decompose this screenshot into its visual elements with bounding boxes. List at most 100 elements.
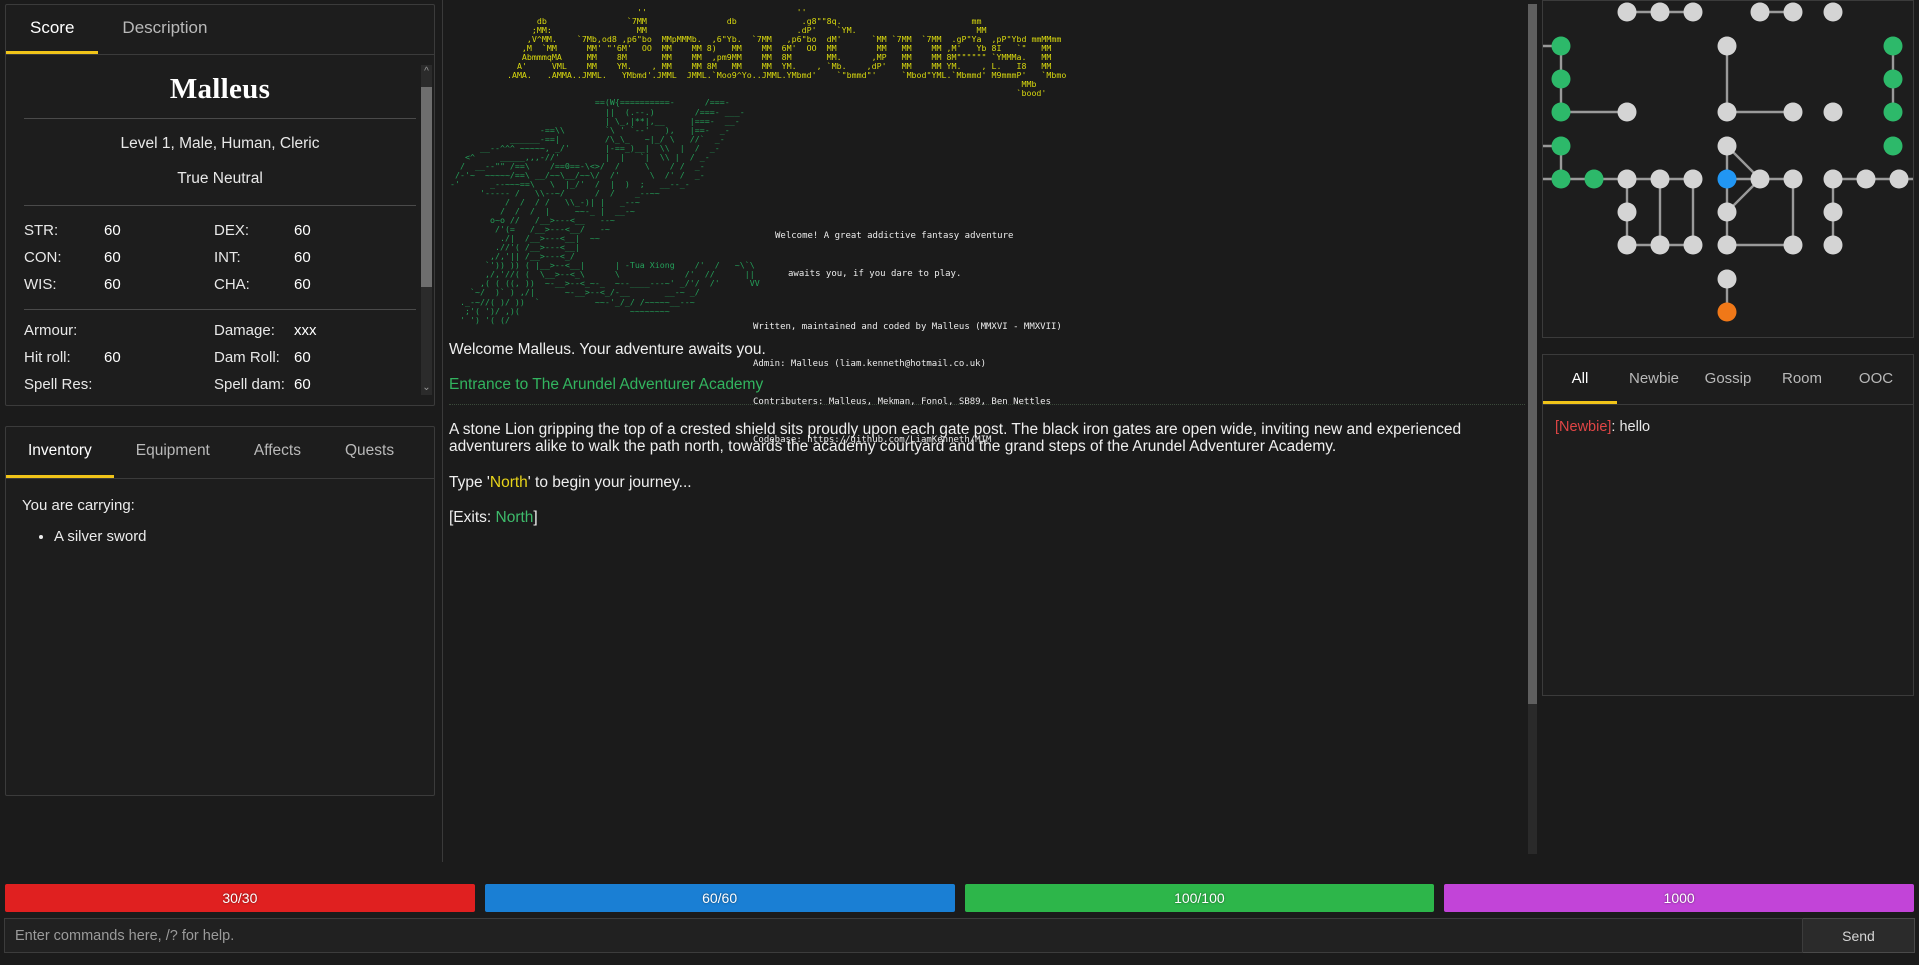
tab-chat-room[interactable]: Room (1765, 355, 1839, 404)
map-room-node[interactable] (1717, 169, 1737, 189)
map-room-node[interactable] (1783, 102, 1803, 122)
stat-value-int: 60 (294, 249, 311, 266)
map-room-node[interactable] (1823, 169, 1843, 189)
map-room-node[interactable] (1883, 69, 1903, 89)
attributes-grid: STR: 60 DEX: 60 CON: 60 INT: 60 WIS: 60 … (24, 222, 416, 297)
map-room-node[interactable] (1717, 102, 1737, 122)
map-room-node[interactable] (1683, 2, 1703, 22)
map-room-node[interactable] (1783, 169, 1803, 189)
chat-panel: All Newbie Gossip Room OOC [Newbie]: hel… (1542, 354, 1914, 696)
map-room-node[interactable] (1883, 102, 1903, 122)
stat-label-con: CON: (24, 249, 62, 266)
map-room-node[interactable] (1551, 136, 1571, 156)
map-room-node[interactable] (1617, 202, 1637, 222)
gold-bar: 1000 (1444, 884, 1914, 912)
map-room-node[interactable] (1717, 269, 1737, 289)
health-bar: 30/30 (5, 884, 475, 912)
stat-label-damage: Damage: (214, 322, 275, 339)
tab-quests[interactable]: Quests (323, 427, 416, 478)
chat-messages[interactable]: [Newbie]: hello (1543, 405, 1913, 695)
tab-chat-all[interactable]: All (1543, 355, 1617, 404)
send-button[interactable]: Send (1803, 918, 1915, 953)
map-room-node[interactable] (1750, 169, 1770, 189)
chat-channel-tag: [Newbie] (1555, 419, 1612, 435)
map-room-node[interactable] (1650, 169, 1670, 189)
scroll-down-icon[interactable]: ⌄ (421, 381, 432, 395)
map-room-node[interactable] (1750, 2, 1770, 22)
map-room-node[interactable] (1783, 2, 1803, 22)
stat-value-con: 60 (104, 249, 121, 266)
map-room-node[interactable] (1617, 2, 1637, 22)
map-room-node[interactable] (1823, 202, 1843, 222)
character-score-panel: Score Description Malleus Level 1, Male,… (5, 4, 435, 406)
hint-line: Type 'North' to begin your journey... (449, 474, 1525, 492)
stat-label-armour: Armour: (24, 322, 78, 339)
map-room-node[interactable] (1551, 169, 1571, 189)
scroll-up-icon[interactable]: ^ (421, 65, 432, 79)
map-room-node[interactable] (1823, 2, 1843, 22)
command-input[interactable] (4, 918, 1803, 953)
divider (24, 205, 416, 206)
list-item[interactable]: A silver sword (54, 528, 418, 545)
mana-bar: 60/60 (484, 884, 955, 912)
map-room-node[interactable] (1551, 36, 1571, 56)
tab-equipment[interactable]: Equipment (114, 427, 232, 478)
map-room-node[interactable] (1650, 2, 1670, 22)
scrollbar-thumb[interactable] (1528, 4, 1537, 704)
map-room-node[interactable] (1683, 235, 1703, 255)
terminal-scrollbar[interactable] (1528, 4, 1537, 854)
scrollbar-thumb[interactable] (421, 87, 432, 287)
tab-description-label: Description (122, 18, 208, 37)
map-room-node[interactable] (1717, 202, 1737, 222)
welcome-box-line-2: awaits you, if you dare to play. (788, 268, 962, 279)
health-bar-value: 30/30 (222, 890, 258, 906)
tab-chat-newbie[interactable]: Newbie (1617, 355, 1691, 404)
map-room-node[interactable] (1823, 235, 1843, 255)
map-room-node[interactable] (1650, 235, 1670, 255)
map-room-node[interactable] (1584, 169, 1604, 189)
exits-value[interactable]: North (496, 509, 534, 526)
map-room-node[interactable] (1889, 169, 1909, 189)
score-scrollbar[interactable]: ^ ⌄ (421, 65, 432, 395)
map-room-node[interactable] (1717, 36, 1737, 56)
credits-line-contributors: Contributers: Malleus, Mekman, Fonol, SB… (753, 397, 1052, 408)
credits-block: Written, maintained and coded by Malleus… (753, 295, 1062, 471)
hint-direction: North (489, 473, 528, 491)
map-room-node[interactable] (1551, 102, 1571, 122)
tab-chat-ooc[interactable]: OOC (1839, 355, 1913, 404)
map-links (1543, 10, 1913, 312)
map-room-node[interactable] (1783, 235, 1803, 255)
map-room-node[interactable] (1617, 102, 1637, 122)
score-tabstrip: Score Description (6, 5, 434, 55)
map-room-node[interactable] (1717, 235, 1737, 255)
command-bar: Send (0, 916, 1919, 957)
tab-affects-label: Affects (253, 442, 301, 459)
map-room-node[interactable] (1717, 136, 1737, 156)
inventory-panel: Inventory Equipment Affects Quests You a… (5, 426, 435, 796)
map-room-node[interactable] (1883, 136, 1903, 156)
game-logo-ascii-art: '' '' db `7MM db .g8""8q. mm ;MM: MM .dP… (506, 7, 1067, 99)
map-room-node[interactable] (1883, 36, 1903, 56)
tab-affects[interactable]: Affects (232, 427, 323, 478)
credits-line-codebase: Codebase: https://github.com/LiamKenneth… (753, 435, 992, 445)
map-room-node[interactable] (1717, 302, 1737, 322)
map-room-node[interactable] (1551, 69, 1571, 89)
credits-line-admin: Admin: Malleus (liam.kenneth@hotmail.co.… (753, 359, 986, 370)
tab-chat-gossip[interactable]: Gossip (1691, 355, 1765, 404)
stat-value-spellres (104, 376, 214, 393)
stat-label-wis: WIS: (24, 276, 57, 293)
map-room-node[interactable] (1856, 169, 1876, 189)
map-room-node[interactable] (1823, 102, 1843, 122)
stat-label-cha: CHA: (214, 276, 250, 293)
map-room-node[interactable] (1617, 235, 1637, 255)
map-room-node[interactable] (1617, 169, 1637, 189)
tab-description[interactable]: Description (98, 5, 231, 54)
map-room-node[interactable] (1683, 169, 1703, 189)
inventory-body: You are carrying: A silver sword (6, 479, 434, 795)
stat-value-hitroll: 60 (104, 349, 121, 366)
tab-inventory[interactable]: Inventory (6, 427, 114, 478)
tab-score[interactable]: Score (6, 5, 99, 54)
game-output-terminal[interactable]: '' '' db `7MM db .g8""8q. mm ;MM: MM .dP… (442, 0, 1539, 862)
minimap-panel[interactable] (1542, 0, 1914, 338)
tab-chat-all-label: All (1571, 369, 1589, 387)
